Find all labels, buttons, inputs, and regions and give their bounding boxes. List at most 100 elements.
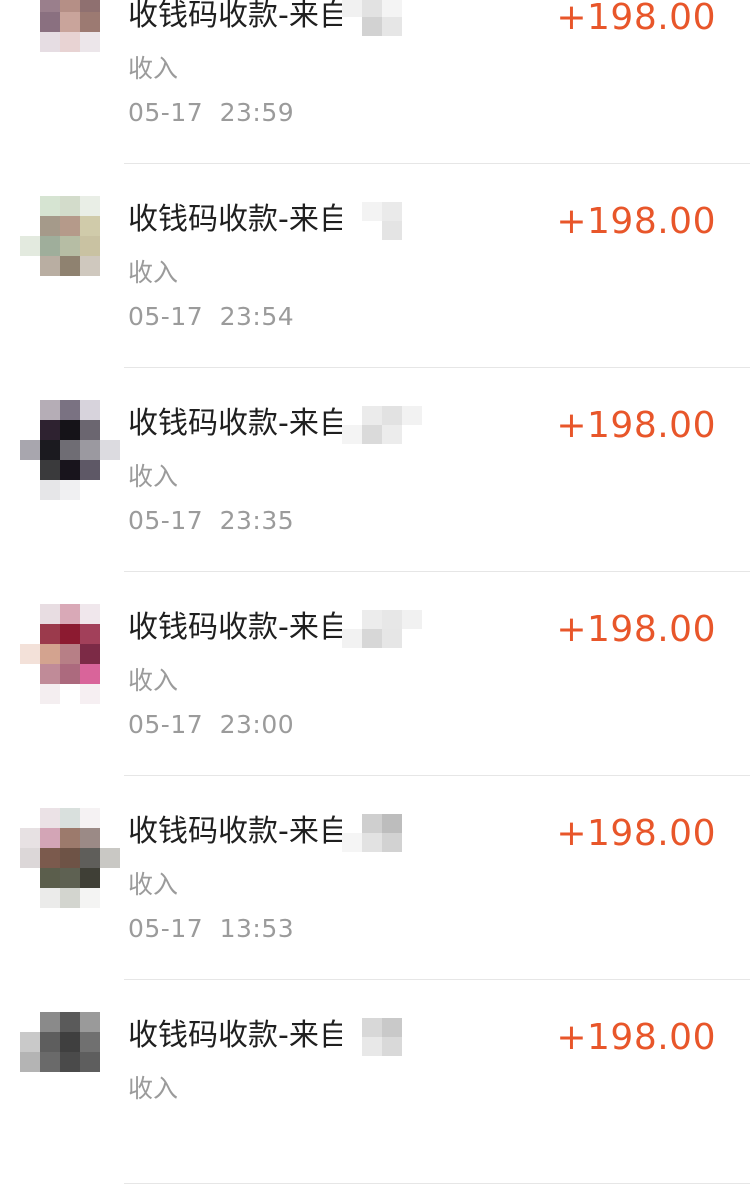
payer-name-mosaic [342, 1018, 422, 1056]
avatar-pixel [40, 888, 60, 908]
transaction-title: 收钱码收款-来自 [128, 202, 349, 237]
mosaic-pixel [382, 629, 402, 648]
mosaic-pixel [342, 833, 362, 852]
mosaic-pixel [402, 17, 422, 36]
avatar-pixel [100, 256, 120, 276]
avatar-pixel [100, 604, 120, 624]
avatar-pixel [80, 460, 100, 480]
mosaic-pixel [342, 814, 362, 833]
avatar-pixel [40, 624, 60, 644]
avatar-pixel [40, 460, 60, 480]
avatar-pixel [80, 256, 100, 276]
avatar-pixel [20, 32, 40, 52]
avatar-pixel [20, 888, 40, 908]
avatar-pixel [20, 236, 40, 256]
mosaic-pixel [382, 17, 402, 36]
payer-name-mosaic [342, 202, 422, 240]
avatar-pixel [100, 888, 120, 908]
mosaic-pixel [342, 610, 362, 629]
mosaic-pixel [382, 406, 402, 425]
avatar-pixel [40, 868, 60, 888]
mosaic-pixel [362, 221, 382, 240]
transaction-row[interactable]: 收钱码收款-来自 收入 05-17 23:59 +198.00 [0, 0, 750, 164]
avatar-pixel [80, 196, 100, 216]
avatar-pixel [20, 216, 40, 236]
avatar-pixel [80, 420, 100, 440]
avatar-pixel [20, 1032, 40, 1052]
avatar-pixel [100, 0, 120, 12]
avatar-pixel [20, 1012, 40, 1032]
avatar-pixel [20, 1072, 40, 1092]
avatar-pixel [40, 440, 60, 460]
avatar-pixel [100, 848, 120, 868]
avatar-pixel [60, 604, 80, 624]
avatar-pixel [80, 1052, 100, 1072]
mosaic-pixel [342, 1018, 362, 1037]
avatar-pixel [20, 684, 40, 704]
transaction-row[interactable]: 收钱码收款-来自 收入 05-17 13:53 +198.00 [0, 776, 750, 980]
avatar-pixel [60, 868, 80, 888]
pixelated-avatar-icon [20, 0, 120, 92]
mosaic-pixel [342, 17, 362, 36]
avatar-pixel [40, 276, 60, 296]
avatar-pixel [40, 32, 60, 52]
avatar-pixel [20, 1052, 40, 1072]
avatar-pixel [40, 1092, 60, 1112]
mosaic-pixel [362, 1037, 382, 1056]
mosaic-pixel [342, 202, 362, 221]
avatar-pixel [40, 1052, 60, 1072]
avatar-pixel [60, 828, 80, 848]
transaction-row[interactable]: 收钱码收款-来自 收入 05-17 23:35 +198.00 [0, 368, 750, 572]
transaction-title: 收钱码收款-来自 [128, 406, 349, 441]
avatar-pixel [80, 664, 100, 684]
avatar-pixel [40, 828, 60, 848]
avatar-pixel [100, 460, 120, 480]
avatar-pixel [60, 1032, 80, 1052]
avatar-pixel [20, 664, 40, 684]
avatar-pixel [40, 216, 60, 236]
transaction-row[interactable]: 收钱码收款-来自 收入 05-17 23:54 +198.00 [0, 164, 750, 368]
avatar-pixel [100, 868, 120, 888]
avatar-pixel [40, 72, 60, 92]
mosaic-pixel [362, 629, 382, 648]
mosaic-pixel [402, 629, 422, 648]
avatar-pixel [60, 1052, 80, 1072]
avatar-pixel [60, 460, 80, 480]
avatar-pixel [40, 420, 60, 440]
avatar-pixel [100, 1092, 120, 1112]
pixelated-avatar-icon [20, 1012, 120, 1112]
transaction-title: 收钱码收款-来自 [128, 0, 349, 33]
avatar-pixel [40, 664, 60, 684]
mosaic-pixel [402, 1037, 422, 1056]
avatar-pixel [80, 480, 100, 500]
mosaic-pixel [402, 221, 422, 240]
avatar-pixel [80, 72, 100, 92]
avatar-pixel [20, 624, 40, 644]
avatar-pixel [60, 808, 80, 828]
avatar-pixel [40, 12, 60, 32]
avatar-pixel [60, 256, 80, 276]
avatar-pixel [80, 624, 100, 644]
avatar-pixel [60, 1012, 80, 1032]
avatar-pixel [100, 624, 120, 644]
avatar-pixel [60, 1092, 80, 1112]
avatar-pixel [20, 256, 40, 276]
mosaic-pixel [402, 833, 422, 852]
avatar-pixel [20, 420, 40, 440]
avatar-pixel [100, 1052, 120, 1072]
transaction-category: 收入 [128, 258, 179, 287]
transaction-category: 收入 [128, 666, 179, 695]
transaction-amount: +198.00 [556, 405, 716, 446]
avatar-pixel [60, 400, 80, 420]
transaction-category: 收入 [128, 462, 179, 491]
avatar-pixel [80, 1072, 100, 1092]
transaction-row[interactable]: 收钱码收款-来自 收入 05-17 23:00 +198.00 [0, 572, 750, 776]
transaction-time: 05-17 23:00 [128, 710, 295, 739]
mosaic-pixel [402, 1018, 422, 1037]
avatar-pixel [60, 440, 80, 460]
avatar-pixel [100, 400, 120, 420]
mosaic-pixel [342, 406, 362, 425]
mosaic-pixel [362, 425, 382, 444]
payer-name-mosaic [342, 610, 422, 648]
transaction-row[interactable]: 收钱码收款-来自 收入 +198.00 [0, 980, 750, 1184]
